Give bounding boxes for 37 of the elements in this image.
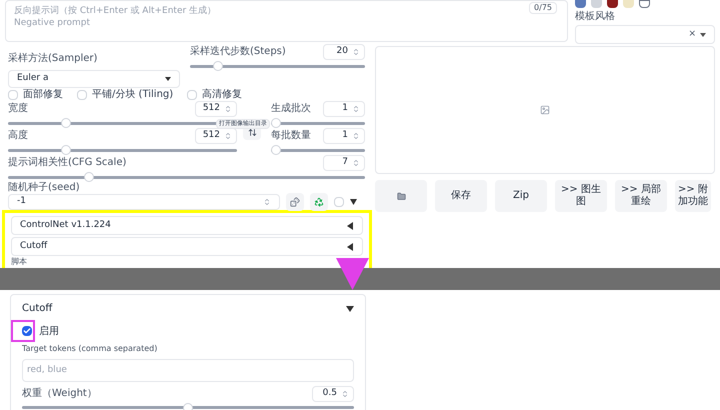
seed-field[interactable]: -1 bbox=[8, 194, 280, 210]
sampler-dropdown[interactable]: Euler a bbox=[8, 70, 180, 88]
option-label: 平铺/分块 (Tiling) bbox=[92, 90, 174, 100]
weight-label: 权重（Weight） bbox=[22, 386, 97, 401]
tokens-field[interactable]: red, blue bbox=[22, 358, 354, 382]
number-field[interactable]: 1 bbox=[323, 128, 365, 144]
number-field[interactable]: 0.5 bbox=[312, 386, 354, 402]
seed-label: 随机种子(seed) bbox=[8, 183, 81, 193]
option-label: 高清修复 bbox=[202, 90, 242, 100]
number-field[interactable]: 512 bbox=[195, 128, 237, 144]
token-counter: 0/75 bbox=[529, 2, 557, 14]
size-label: 高度 bbox=[8, 131, 28, 141]
output-button[interactable]: Zip bbox=[495, 180, 547, 212]
batch-label: 生成批次 bbox=[271, 104, 311, 114]
scripts-label: 脚本 bbox=[11, 258, 28, 266]
accordion-header[interactable]: ControlNet v1.1.224 bbox=[11, 216, 363, 235]
negative-prompt-field[interactable]: 反向提示词（按 Ctrl+Enter 或 Alt+Enter 生成） Negative prompt 0/75 bbox=[5, 0, 568, 42]
cfg-label: 提示词相关性(CFG Scale) bbox=[8, 158, 126, 168]
output-button[interactable]: >> 局部重绘 bbox=[615, 180, 667, 212]
styles-dropdown[interactable]: × bbox=[575, 25, 715, 44]
number-field[interactable]: 1 bbox=[323, 101, 365, 117]
panel-title: Cutoff bbox=[22, 302, 52, 316]
sampler-label: 采样方法(Sampler) bbox=[8, 53, 98, 64]
tokens-label: Target tokens (comma separated) bbox=[22, 343, 158, 355]
number-field[interactable]: 20 bbox=[323, 44, 365, 60]
size-label: 宽度 bbox=[8, 104, 28, 114]
output-button[interactable]: >> 附加功能 bbox=[675, 180, 711, 212]
output-button[interactable]: >> 图生图 bbox=[555, 180, 607, 212]
styles-label: 模板风格 bbox=[575, 12, 616, 22]
steps-label: 采样迭代步数(Steps) bbox=[190, 47, 286, 57]
option-label: 面部修复 bbox=[23, 90, 63, 100]
batch-label: 每批数量 bbox=[271, 131, 311, 141]
accordion-header[interactable]: Cutoff bbox=[11, 237, 363, 256]
number-field[interactable]: 512 bbox=[195, 101, 237, 117]
number-field[interactable]: 7 bbox=[323, 155, 365, 171]
enable-label: 启用 bbox=[39, 324, 59, 338]
output-button[interactable]: 保存 bbox=[435, 180, 487, 212]
